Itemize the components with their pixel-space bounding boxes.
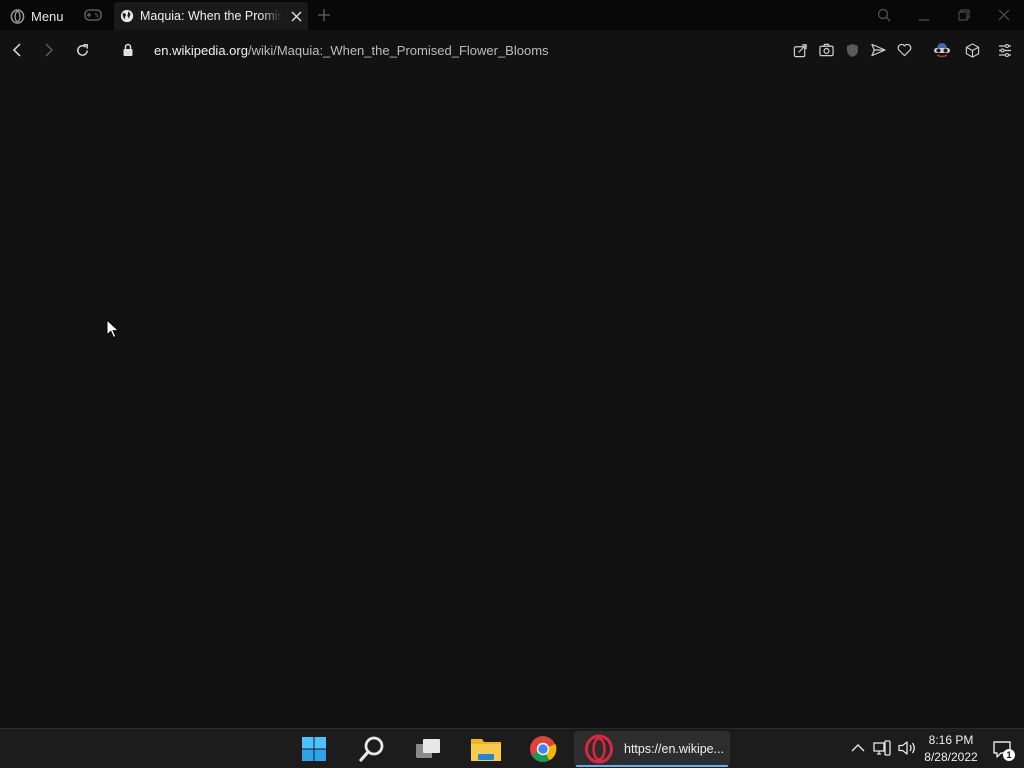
task-view-icon[interactable]: [406, 731, 450, 767]
network-icon[interactable]: [873, 739, 891, 757]
volume-icon[interactable]: [898, 739, 916, 757]
url-host: en.wikipedia.org: [154, 43, 248, 58]
cube-icon[interactable]: [963, 41, 981, 59]
snapshot-icon[interactable]: [817, 41, 835, 59]
system-clock[interactable]: 8:16 PM 8/28/2022: [920, 732, 982, 766]
vpn-mask-icon[interactable]: [932, 41, 952, 59]
send-icon[interactable]: [869, 41, 887, 59]
url-path: /wiki/Maquia:_When_the_Promised_Flower_B…: [247, 43, 549, 58]
active-app-indicator: [576, 765, 728, 767]
browser-window: Menu Maquia: When the Promised Flower Bl…: [0, 0, 1024, 728]
clock-time: 8:16 PM: [928, 733, 974, 747]
forward-icon[interactable]: [40, 41, 58, 59]
file-explorer-icon[interactable]: [464, 731, 508, 767]
globe-icon: [120, 9, 134, 23]
tab-close-icon[interactable]: [288, 8, 304, 24]
minimize-icon[interactable]: [915, 6, 933, 24]
chrome-icon[interactable]: [521, 731, 565, 767]
clock-date: 8/28/2022: [924, 750, 978, 764]
opera-icon: [585, 734, 613, 764]
reload-icon[interactable]: [73, 41, 91, 59]
address-toolbar: en.wikipedia.org/wiki/Maquia:_When_the_P…: [0, 30, 1024, 70]
close-window-icon[interactable]: [995, 6, 1013, 24]
url-field[interactable]: en.wikipedia.org/wiki/Maquia:_When_the_P…: [154, 43, 549, 58]
mouse-cursor-icon: [106, 319, 120, 339]
opera-logo-icon: [10, 8, 25, 24]
tab-maquia[interactable]: Maquia: When the Promised Flower Blooms: [114, 2, 308, 30]
opera-task-label: https://en.wikipe...: [624, 742, 725, 756]
windows-start-icon[interactable]: [292, 731, 336, 767]
tab-title: Maquia: When the Promised Flower Blooms: [140, 9, 282, 23]
easy-setup-icon[interactable]: [996, 41, 1014, 59]
lock-icon[interactable]: [119, 41, 137, 59]
search-icon[interactable]: [350, 731, 394, 767]
search-tabs-icon[interactable]: [875, 6, 893, 24]
shield-icon[interactable]: [843, 41, 861, 59]
back-icon[interactable]: [8, 41, 26, 59]
new-tab-icon[interactable]: [316, 7, 332, 23]
game-controller-icon[interactable]: [84, 8, 102, 22]
share-icon[interactable]: [791, 41, 809, 59]
menu-label: Menu: [31, 8, 64, 24]
notification-count-badge: 1: [1003, 749, 1015, 761]
tab-strip: Menu Maquia: When the Promised Flower Bl…: [0, 0, 1024, 30]
heart-icon[interactable]: [895, 41, 913, 59]
chevron-up-icon[interactable]: [849, 739, 867, 757]
opera-taskbar-button[interactable]: https://en.wikipe...: [574, 731, 730, 767]
web-page-viewport[interactable]: [0, 70, 1024, 728]
windows-taskbar: https://en.wikipe... 8:16 PM 8/28/2022 1: [0, 728, 1024, 768]
restore-icon[interactable]: [955, 6, 973, 24]
